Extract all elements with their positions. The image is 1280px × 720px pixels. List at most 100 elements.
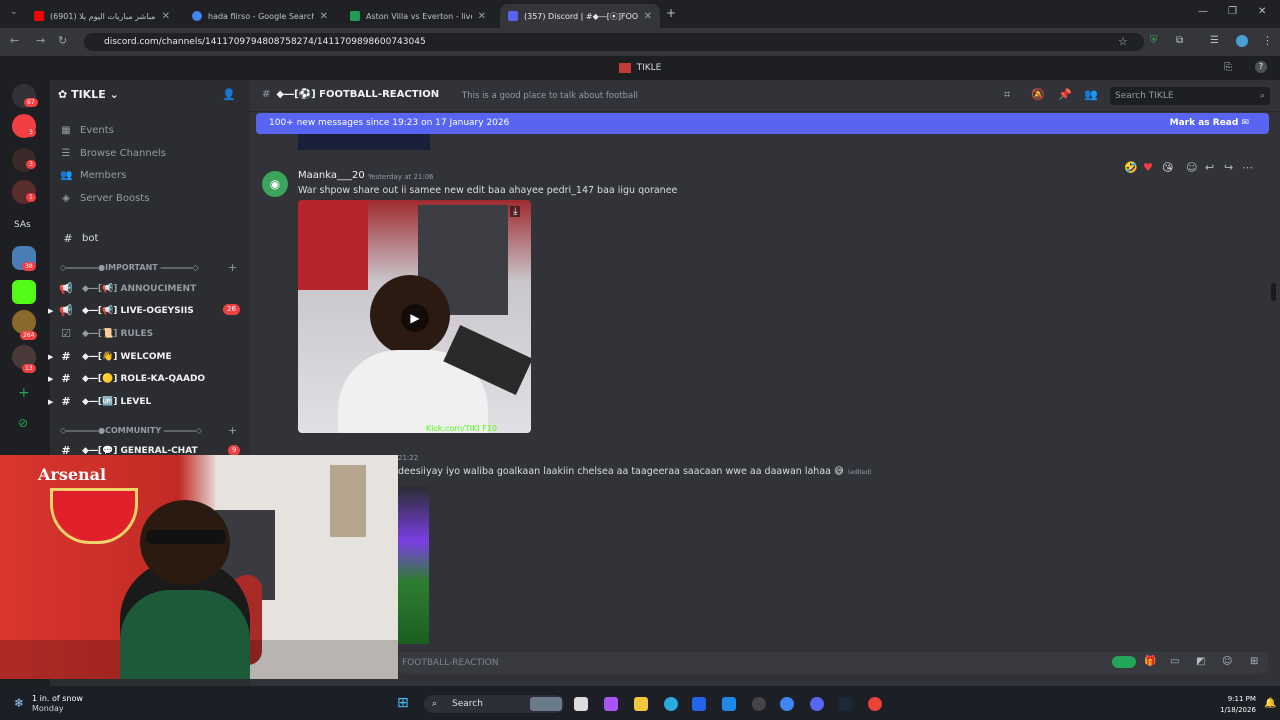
gift-icon[interactable]: 🎁 bbox=[1144, 656, 1156, 667]
pin-icon[interactable]: 📌 bbox=[1058, 88, 1072, 101]
browser-tab-4[interactable]: (357) Discord | #◆―[⦿]FOOT ✕ bbox=[500, 4, 660, 28]
minimize-button[interactable]: — bbox=[1198, 6, 1208, 17]
url-field[interactable]: discord.com/channels/1411709794808758274… bbox=[84, 33, 1144, 51]
copilot-icon[interactable] bbox=[604, 697, 618, 711]
steam-icon[interactable] bbox=[838, 697, 852, 711]
nitro-icon[interactable] bbox=[1112, 656, 1136, 668]
maximize-button[interactable]: ❐ bbox=[1228, 6, 1237, 17]
server-header[interactable]: ✿ TIKLE ⌄ bbox=[58, 88, 119, 101]
store-icon[interactable] bbox=[692, 697, 706, 711]
reply-icon[interactable]: ↩ bbox=[1205, 161, 1214, 174]
hash-icon: # bbox=[61, 372, 71, 385]
browser-tab-3[interactable]: Aston Villa vs Everton - live sco ✕ bbox=[342, 4, 494, 28]
channel-name: ◆―[👋] WELCOME bbox=[82, 351, 172, 362]
more-options-icon[interactable]: ⋯ bbox=[1242, 161, 1253, 174]
sidebar-icon[interactable]: ☰ bbox=[1210, 35, 1219, 46]
clock-time: 9:11 PM bbox=[1227, 695, 1256, 703]
gif-icon[interactable]: ▭ bbox=[1170, 656, 1179, 667]
browser-tab-2[interactable]: hada fiirso - Google Search ✕ bbox=[184, 4, 336, 28]
tab-search-icon[interactable]: ⌄ bbox=[10, 7, 18, 17]
sidebar-item-browse-channels[interactable]: ☰ Browse Channels bbox=[60, 148, 166, 159]
message-author[interactable]: Maanka___20 bbox=[298, 170, 365, 181]
input-placeholder: FOOTBALL-REACTION bbox=[402, 658, 499, 668]
sidebar-item-server-boosts[interactable]: ◈ Server Boosts bbox=[60, 193, 149, 204]
embed-thumbnail[interactable] bbox=[398, 486, 429, 644]
category-community[interactable]: ◇――――●COMMUNITY ――――◇ bbox=[60, 426, 202, 435]
apps-icon[interactable]: ⊞ bbox=[1250, 656, 1258, 667]
browser-tab-1[interactable]: (6901) بث مباشر مباريات اليوم يلا ✕ bbox=[26, 4, 178, 28]
close-icon[interactable]: ✕ bbox=[478, 11, 486, 22]
kick-server-icon[interactable] bbox=[12, 280, 36, 304]
reaction-laugh-icon[interactable]: 🤣 bbox=[1124, 161, 1138, 174]
reload-icon[interactable]: ↻ bbox=[58, 34, 67, 47]
menu-icon[interactable]: ⋮ bbox=[1262, 34, 1273, 47]
app-icon[interactable] bbox=[752, 697, 766, 711]
system-clock[interactable]: 9:11 PM 1/18/2026 bbox=[1220, 694, 1256, 716]
members-icon: 👥 bbox=[60, 170, 73, 181]
member-list-icon[interactable]: 👥 bbox=[1084, 88, 1098, 101]
notification-mute-icon[interactable]: 🔕 bbox=[1031, 88, 1045, 101]
invite-icon[interactable]: 👤 bbox=[222, 88, 236, 101]
outlook-icon[interactable] bbox=[722, 697, 736, 711]
extensions-icon[interactable]: ⧉ bbox=[1176, 35, 1183, 46]
profile-avatar[interactable] bbox=[1236, 35, 1248, 47]
inbox-icon[interactable]: ⎘ bbox=[1224, 62, 1232, 73]
emoji-icon[interactable]: ☺ bbox=[1222, 656, 1232, 667]
channel-annoucement[interactable]: 📢 ◆―[📢] ANNOUCIMENT bbox=[48, 282, 196, 295]
channel-level[interactable]: ▶ # ◆―[🆙] LEVEL bbox=[48, 395, 151, 408]
add-channel-icon[interactable]: + bbox=[228, 261, 237, 274]
reaction-heart-icon[interactable]: ♥ bbox=[1143, 161, 1153, 174]
forward-icon[interactable]: ↪ bbox=[1224, 161, 1233, 174]
add-channel-icon[interactable]: + bbox=[228, 424, 237, 437]
server-name: TIKLE bbox=[71, 88, 106, 101]
weather-widget[interactable]: 1 in. of snow Monday bbox=[32, 694, 83, 714]
add-reaction-icon[interactable]: ☺ bbox=[1186, 161, 1197, 174]
file-explorer-icon[interactable] bbox=[634, 697, 648, 711]
help-icon[interactable]: ? bbox=[1255, 61, 1267, 73]
close-icon[interactable]: ✕ bbox=[162, 11, 170, 22]
server-folder-label[interactable]: SAs bbox=[14, 220, 31, 230]
browser-tab-bar: ⌄ (6901) بث مباشر مباريات اليوم يلا ✕ ha… bbox=[0, 0, 1280, 28]
channel-welcome[interactable]: ▶ # ◆―[👋] WELCOME bbox=[48, 350, 172, 363]
channel-role-ka-qaado[interactable]: ▶ # ◆―[🟡] ROLE-KA-QAADO bbox=[48, 372, 205, 385]
notification-icon[interactable]: 🔔 bbox=[1264, 698, 1276, 709]
mark-as-read-button[interactable]: Mark as Read ✉ bbox=[1170, 113, 1249, 134]
channel-live-ogeysiis[interactable]: ▶ 📢 ◆―[📢] LIVE-OGEYSIIS bbox=[48, 304, 194, 317]
scrollbar-thumb[interactable] bbox=[1271, 283, 1276, 301]
download-icon[interactable]: ⤓ bbox=[510, 206, 521, 217]
banner-text: 100+ new messages since 19:23 on 17 Janu… bbox=[269, 118, 510, 128]
tab-title: hada fiirso - Google Search bbox=[208, 11, 314, 21]
chrome-icon[interactable] bbox=[780, 697, 794, 711]
weather-icon[interactable]: ❄ bbox=[14, 696, 24, 710]
search-input[interactable]: Search TIKLE ⌕ bbox=[1110, 87, 1270, 105]
chrome-profile-icon[interactable] bbox=[868, 697, 882, 711]
close-icon[interactable]: ✕ bbox=[644, 11, 652, 22]
discord-taskbar-icon[interactable] bbox=[810, 697, 824, 711]
start-button[interactable]: ⊞ bbox=[397, 695, 409, 711]
channel-rules[interactable]: ☑ ◆―[📜] RULES bbox=[48, 327, 153, 340]
avatar[interactable]: ◉ bbox=[262, 171, 288, 197]
play-button[interactable]: ▶ bbox=[401, 304, 429, 332]
channel-bot[interactable]: # bot bbox=[60, 232, 98, 245]
threads-icon[interactable]: ⌗ bbox=[1004, 88, 1010, 102]
category-important[interactable]: ◇――――●IMPORTANT ――――◇ bbox=[60, 263, 199, 272]
bookmark-star-icon[interactable]: ☆ bbox=[1118, 35, 1128, 48]
edge-icon[interactable] bbox=[664, 697, 678, 711]
channel-topic[interactable]: This is a good place to talk about footb… bbox=[462, 91, 638, 101]
forward-icon[interactable]: → bbox=[36, 34, 45, 47]
widgets-icon[interactable] bbox=[530, 697, 562, 711]
shield-extension-icon[interactable]: ⛨ bbox=[1150, 35, 1158, 46]
task-view-icon[interactable] bbox=[574, 697, 588, 711]
reaction-kiss-icon[interactable]: 😘 bbox=[1162, 161, 1173, 174]
add-server-icon[interactable]: + bbox=[18, 385, 30, 401]
sticker-icon[interactable]: ◩ bbox=[1196, 656, 1205, 667]
close-icon[interactable]: ✕ bbox=[320, 11, 328, 22]
message-input[interactable]: FOOTBALL-REACTION bbox=[398, 652, 1268, 674]
sidebar-item-events[interactable]: ▦ Events bbox=[60, 125, 114, 136]
discover-icon[interactable]: ⊘ bbox=[18, 416, 28, 430]
sidebar-item-members[interactable]: 👥 Members bbox=[60, 170, 126, 181]
back-icon[interactable]: ← bbox=[10, 34, 19, 47]
new-messages-banner[interactable]: 100+ new messages since 19:23 on 17 Janu… bbox=[256, 113, 1269, 134]
close-window-button[interactable]: ✕ bbox=[1258, 6, 1266, 17]
new-tab-button[interactable]: + bbox=[666, 6, 676, 20]
